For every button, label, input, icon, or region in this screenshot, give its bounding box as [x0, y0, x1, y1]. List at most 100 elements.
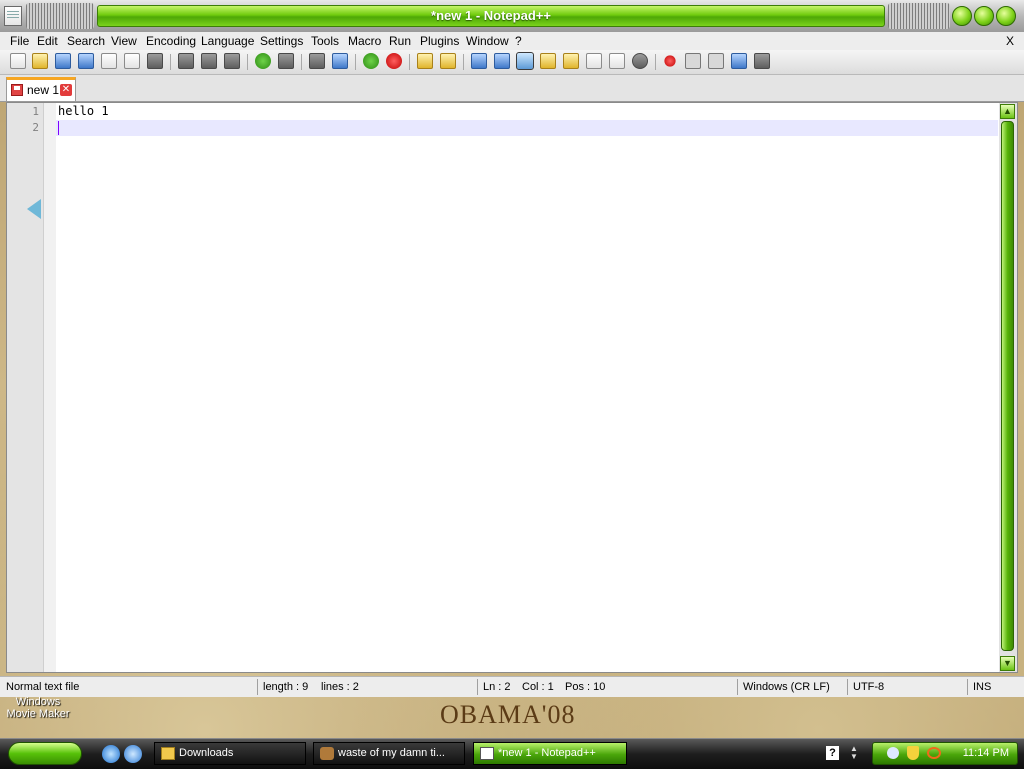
redo-icon[interactable] — [278, 53, 294, 69]
menu-help[interactable]: ? — [515, 32, 522, 50]
mouse-cursor-icon — [27, 199, 41, 219]
desktop-shortcut-label[interactable]: Windows Movie Maker — [0, 696, 76, 720]
status-file-type: Normal text file — [6, 681, 80, 693]
status-eol[interactable]: Windows (CR LF) — [743, 677, 830, 697]
print-icon[interactable] — [147, 53, 163, 69]
new-file-icon[interactable] — [10, 53, 26, 69]
stop-macro-icon[interactable] — [685, 53, 701, 69]
menu-view[interactable]: View — [111, 32, 137, 50]
cut-icon[interactable] — [178, 53, 194, 69]
status-bar: Normal text file length : 9 lines : 2 Ln… — [0, 676, 1024, 697]
status-encoding[interactable]: UTF-8 — [853, 677, 884, 697]
menu-edit[interactable]: Edit — [37, 32, 58, 50]
status-pos: Pos : 10 — [565, 681, 606, 693]
save-macro-icon[interactable] — [754, 53, 770, 69]
sync-horizontal-icon[interactable] — [440, 53, 456, 69]
code-line[interactable]: hello 1 — [58, 104, 109, 118]
word-wrap-icon[interactable] — [471, 53, 487, 69]
menu-file[interactable]: File — [10, 32, 29, 50]
play-macro-icon[interactable] — [708, 53, 724, 69]
internet-explorer-icon[interactable] — [102, 745, 120, 763]
status-separator — [847, 679, 848, 695]
close-all-icon[interactable] — [124, 53, 140, 69]
maximize-button[interactable] — [974, 6, 994, 26]
menu-search[interactable]: Search — [67, 32, 105, 50]
title-grille-right — [888, 3, 950, 29]
taskbar-button-label: waste of my damn ti... — [338, 747, 445, 759]
toolbar-separator — [355, 54, 356, 70]
undo-icon[interactable] — [255, 53, 271, 69]
start-button[interactable] — [8, 742, 82, 765]
copy-icon[interactable] — [201, 53, 217, 69]
function-list-icon[interactable] — [586, 53, 602, 69]
menu-window[interactable]: Window — [466, 32, 509, 50]
title-bar[interactable]: *new 1 - Notepad++ — [0, 0, 1024, 32]
monitoring-icon[interactable] — [632, 53, 648, 69]
scroll-up-icon[interactable]: ▲ — [1000, 104, 1015, 119]
zoom-out-icon[interactable] — [386, 53, 402, 69]
menu-macro[interactable]: Macro — [348, 32, 381, 50]
close-document-x[interactable]: X — [1006, 32, 1014, 50]
line-number: 1 — [32, 105, 39, 118]
current-line-highlight — [56, 120, 998, 136]
search-icon[interactable] — [927, 747, 941, 759]
user-language-icon[interactable] — [540, 53, 556, 69]
status-length: length : 9 — [263, 681, 309, 693]
vertical-scrollbar[interactable]: ▲ ▼ — [999, 103, 1017, 672]
menu-language[interactable]: Language — [201, 32, 254, 50]
taskbar-button-browser[interactable]: waste of my damn ti... — [313, 742, 465, 765]
open-file-icon[interactable] — [32, 53, 48, 69]
line-number-gutter[interactable] — [7, 103, 44, 672]
run-macro-multiple-icon[interactable] — [731, 53, 747, 69]
scroll-thumb[interactable] — [1001, 121, 1014, 651]
tab-label: new 1 — [27, 83, 60, 97]
scroll-down-icon[interactable]: ▼ — [1000, 656, 1015, 671]
title-grille-left — [26, 3, 94, 29]
folder-workspace-icon[interactable] — [609, 53, 625, 69]
fold-margin[interactable] — [44, 103, 56, 672]
line-number: 2 — [32, 121, 39, 134]
menu-run[interactable]: Run — [389, 32, 411, 50]
tab-new-1[interactable]: new 1 ✕ — [6, 77, 76, 101]
close-file-icon[interactable] — [101, 53, 117, 69]
tray-chevron-icon[interactable]: ▲ ▼ — [850, 745, 858, 761]
status-ln: Ln : 2 — [483, 681, 511, 693]
window-title: *new 1 - Notepad++ — [97, 5, 885, 27]
show-all-chars-icon[interactable] — [494, 53, 510, 69]
paste-icon[interactable] — [224, 53, 240, 69]
taskbar-button-notepad[interactable]: *new 1 - Notepad++ — [473, 742, 627, 765]
toolbar-separator — [170, 54, 171, 70]
sync-vertical-icon[interactable] — [417, 53, 433, 69]
quick-launch-icon[interactable] — [124, 745, 142, 763]
system-tray: 11:14 PM — [872, 742, 1018, 765]
close-tab-icon[interactable]: ✕ — [60, 84, 72, 96]
folder-icon — [161, 747, 175, 760]
menu-plugins[interactable]: Plugins — [420, 32, 459, 50]
help-icon[interactable]: ? — [826, 746, 839, 760]
status-lines: lines : 2 — [321, 681, 359, 693]
clock: 11:14 PM — [962, 747, 1009, 759]
toolbar-separator — [301, 54, 302, 70]
document-map-icon[interactable] — [563, 53, 579, 69]
indent-guide-icon[interactable] — [516, 52, 534, 70]
minimize-button[interactable] — [952, 6, 972, 26]
save-all-icon[interactable] — [78, 53, 94, 69]
menu-tools[interactable]: Tools — [311, 32, 339, 50]
security-shield-icon[interactable] — [907, 746, 919, 760]
editor-area[interactable]: 1 2 hello 1 ▲ ▼ — [6, 102, 1018, 673]
notepad-app-icon[interactable] — [4, 6, 22, 26]
toolbar-separator — [247, 54, 248, 70]
record-macro-icon[interactable] — [664, 55, 676, 67]
status-insert-mode[interactable]: INS — [973, 677, 991, 697]
menu-encoding[interactable]: Encoding — [146, 32, 196, 50]
save-icon[interactable] — [55, 53, 71, 69]
menu-settings[interactable]: Settings — [260, 32, 303, 50]
taskbar-button-downloads[interactable]: Downloads — [154, 742, 306, 765]
close-button[interactable] — [996, 6, 1016, 26]
find-icon[interactable] — [309, 53, 325, 69]
zoom-in-icon[interactable] — [363, 53, 379, 69]
replace-icon[interactable] — [332, 53, 348, 69]
notepad-icon — [480, 747, 494, 760]
network-icon[interactable] — [887, 747, 899, 759]
taskbar-button-label: *new 1 - Notepad++ — [498, 747, 596, 759]
